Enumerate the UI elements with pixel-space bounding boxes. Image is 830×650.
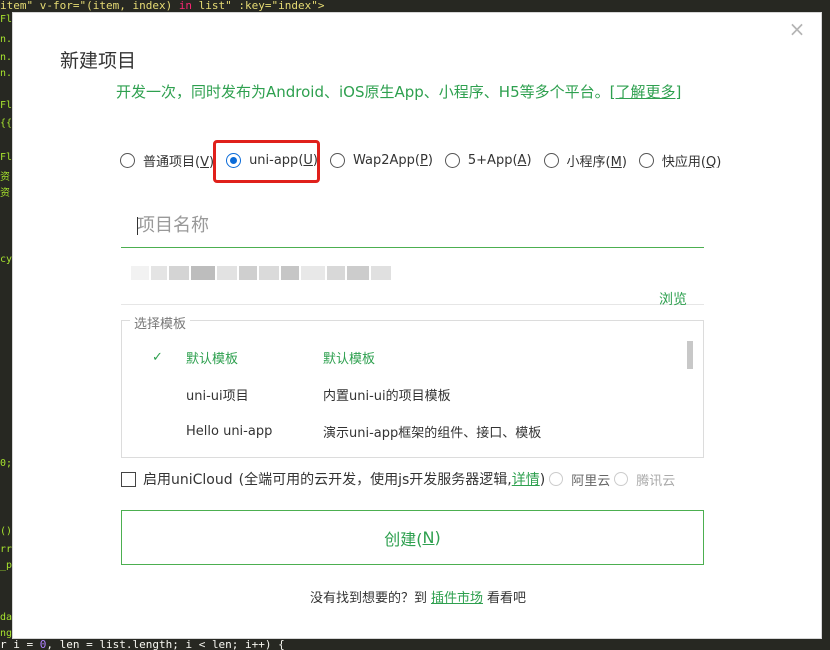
learn-more-link[interactable]: [了解更多]	[610, 83, 682, 101]
template-desc: 默认模板	[323, 352, 376, 367]
dialog-subtitle: 开发一次，同时发布为Android、iOS原生App、小程序、H5等多个平台。[…	[116, 81, 681, 102]
radio-circle[interactable]	[638, 153, 654, 168]
template-desc: 演示uni-app框架的组件、接口、模板	[323, 426, 542, 441]
template-name: uni-ui项目	[186, 389, 249, 404]
radio-circle-checked[interactable]	[226, 153, 242, 168]
template-group: 选择模板 ✓ 默认模板 默认模板 uni-ui项目 内置uni-ui的项目模板 …	[121, 313, 704, 458]
template-row-uni-ui[interactable]: uni-ui项目 内置uni-ui的项目模板	[122, 376, 682, 413]
project-type-group: 普通项目(V) uni-app(U) Wap2App(P) 5+App(A) 小…	[120, 151, 733, 170]
tencent-option[interactable]: 腾讯云	[614, 470, 675, 489]
radio-circle[interactable]	[614, 472, 629, 486]
radio-circle[interactable]	[120, 153, 135, 168]
template-list: ✓ 默认模板 默认模板 uni-ui项目 内置uni-ui的项目模板 Hello…	[122, 339, 682, 450]
text-cursor	[137, 217, 138, 235]
radio-circle[interactable]	[549, 472, 564, 486]
unicloud-row: 启用uniCloud (全端可用的云开发，使用js开发服务器逻辑,详情) 阿里云…	[121, 469, 675, 489]
radio-circle[interactable]	[444, 153, 460, 168]
unicloud-checkbox[interactable]	[121, 471, 136, 487]
template-desc: 内置uni-ui的项目模板	[323, 389, 451, 404]
template-name: 默认模板	[186, 352, 239, 367]
browse-button[interactable]: 浏览	[659, 289, 687, 309]
dialog-title: 新建项目	[60, 50, 137, 72]
detail-link[interactable]: 详情	[512, 472, 540, 488]
template-scrollbar[interactable]	[687, 341, 693, 369]
project-type-5plusapp[interactable]: 5+App(A)	[444, 153, 532, 168]
project-type-normal[interactable]: 普通项目(V)	[120, 151, 214, 170]
template-name: Hello uni-app	[186, 424, 273, 439]
project-type-miniprogram[interactable]: 小程序(M)	[543, 151, 627, 170]
radio-circle[interactable]	[543, 153, 559, 168]
aliyun-option[interactable]: 阿里云	[549, 470, 610, 489]
template-legend: 选择模板	[130, 313, 191, 332]
radio-circle[interactable]	[329, 153, 345, 168]
unicloud-desc: (全端可用的云开发，使用js开发服务器逻辑,详情)	[238, 472, 546, 488]
project-name-input[interactable]	[121, 203, 704, 248]
editor-code-line-top: item" v-for="(item, index) in list" :key…	[0, 0, 325, 12]
plugin-market-link[interactable]: 插件市场	[431, 591, 483, 606]
template-row-default[interactable]: ✓ 默认模板 默认模板	[122, 339, 682, 376]
project-type-wap2app[interactable]: Wap2App(P)	[329, 153, 433, 168]
subtitle-text: 开发一次，同时发布为Android、iOS原生App、小程序、H5等多个平台。	[116, 83, 610, 101]
unicloud-label: 启用uniCloud	[143, 472, 233, 488]
project-type-uniapp[interactable]: uni-app(U)	[226, 153, 318, 168]
footer-hint: 没有找到想要的？到 插件市场 看看吧	[309, 591, 527, 606]
template-row-hello-uniapp[interactable]: Hello uni-app 演示uni-app框架的组件、接口、模板	[122, 413, 682, 450]
create-button[interactable]: 创建(N)	[121, 510, 704, 565]
editor-code-line-bottom: r i = 0, len = list.length; i < len; i++…	[0, 639, 285, 650]
new-project-dialog: × 新建项目 开发一次，同时发布为Android、iOS原生App、小程序、H5…	[12, 12, 822, 639]
close-icon[interactable]: ×	[787, 19, 807, 39]
project-type-quickapp[interactable]: 快应用(Q)	[638, 151, 721, 170]
check-icon: ✓	[152, 350, 163, 365]
project-path-row[interactable]: 浏览	[121, 258, 704, 308]
blurred-path	[131, 266, 393, 280]
